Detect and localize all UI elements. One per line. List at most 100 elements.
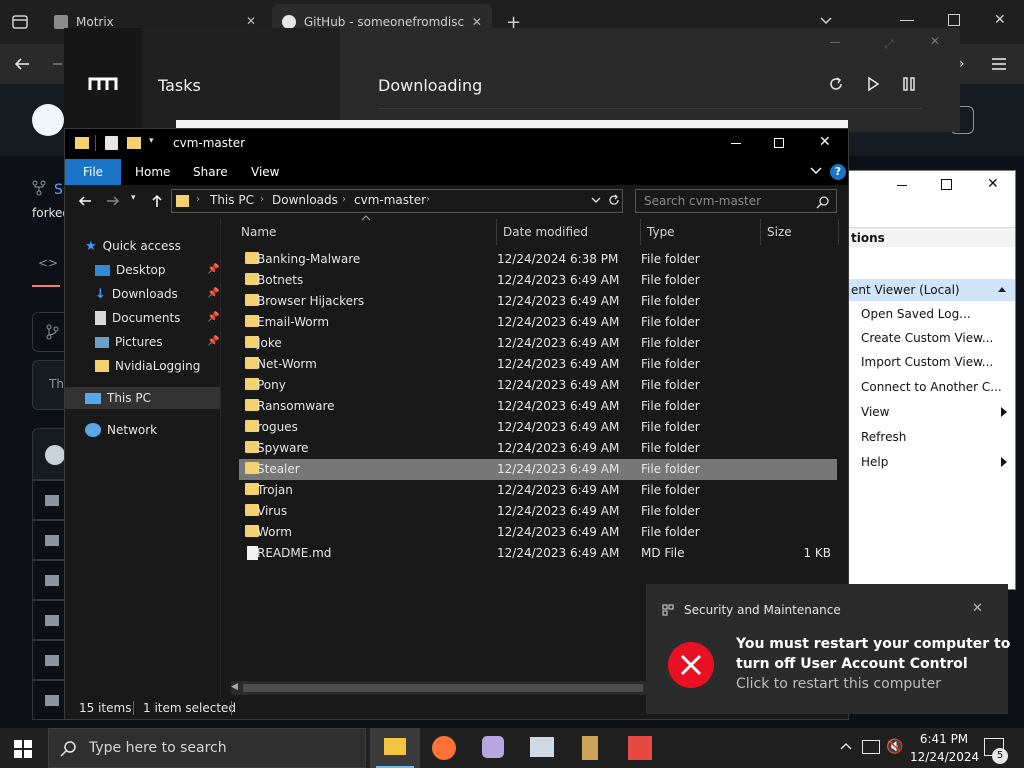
close-window-icon[interactable]: ✕	[987, 176, 999, 192]
tab-file[interactable]: File	[65, 159, 121, 185]
clock-date[interactable]: 12/24/2024	[910, 750, 979, 764]
tab-share[interactable]: Share	[193, 165, 228, 179]
close-tab-icon[interactable]: ✕	[246, 14, 256, 28]
refresh-item[interactable]: Refresh	[861, 430, 906, 444]
tab-home[interactable]: Home	[135, 165, 170, 179]
pause-all-icon[interactable]	[902, 76, 916, 92]
taskbar-file-explorer[interactable]	[370, 728, 420, 768]
taskbar-search-box[interactable]: Type here to search	[48, 728, 366, 768]
taskbar-app-icon[interactable]	[482, 736, 504, 758]
connect-to-another-item[interactable]: Connect to Another C...	[861, 380, 1002, 394]
taskbar-app-icon[interactable]	[582, 736, 598, 760]
nav-documents[interactable]: Documents	[95, 307, 180, 329]
column-header-size[interactable]: Size	[761, 219, 839, 245]
nav-desktop[interactable]: Desktop	[95, 259, 166, 281]
firefox-icon[interactable]	[432, 736, 456, 760]
expand-ribbon-chevron-icon[interactable]	[810, 167, 822, 175]
toast-notification[interactable]: Security and Maintenance ✕ You must rest…	[646, 584, 1010, 714]
tab-list-chevron-icon[interactable]	[818, 12, 834, 28]
event-viewer-icon[interactable]	[530, 737, 554, 757]
show-hidden-icons-chevron-icon[interactable]	[840, 742, 852, 750]
table-row[interactable]: Worm 12/24/2023 6:49 AM File folder	[239, 522, 837, 543]
nav-this-pc[interactable]: This PC	[85, 387, 151, 409]
refresh-icon[interactable]	[608, 194, 620, 206]
nav-quick-access[interactable]: ★ Quick access	[85, 235, 181, 257]
table-row[interactable]: Virus 12/24/2023 6:49 AM File folder	[239, 501, 837, 522]
refresh-icon[interactable]	[828, 76, 844, 92]
address-history-chevron-icon[interactable]	[590, 194, 602, 206]
table-row[interactable]: Net-Worm 12/24/2023 6:49 AM File folder	[239, 354, 837, 375]
back-icon[interactable]	[77, 193, 93, 209]
table-row[interactable]: Email-Worm 12/24/2023 6:49 AM File folder	[239, 312, 837, 333]
menu-icon[interactable]	[990, 56, 1008, 72]
toast-close-icon[interactable]: ✕	[972, 601, 983, 616]
nav-pictures[interactable]: Pictures	[95, 331, 163, 353]
nav-network[interactable]: Network	[85, 419, 157, 441]
minimize-icon[interactable]	[900, 20, 914, 21]
event-viewer-local-item[interactable]: ent Viewer (Local)	[849, 279, 1015, 301]
table-row[interactable]: Pony 12/24/2023 6:49 AM File folder	[239, 375, 837, 396]
motrix-maximize-icon[interactable]: ⤢	[884, 37, 894, 52]
properties-quick-icon[interactable]	[105, 136, 118, 150]
column-header-type[interactable]: Type	[641, 219, 761, 245]
tab-view[interactable]: View	[251, 165, 279, 179]
help-icon[interactable]: ?	[830, 164, 846, 180]
motrix-close-icon[interactable]: ✕	[930, 34, 940, 48]
column-header-date[interactable]: Date modified	[497, 219, 641, 245]
motrix-minimize-icon[interactable]	[830, 42, 840, 43]
table-row[interactable]: Banking-Malware 12/24/2024 6:38 PM File fo…	[239, 249, 837, 270]
minimize-icon[interactable]	[897, 185, 907, 186]
breadcrumb[interactable]: › This PC › Downloads › cvm-master ›	[171, 189, 623, 213]
pane-splitter[interactable]	[220, 219, 221, 697]
clock-time[interactable]: 6:41 PM	[918, 732, 970, 746]
table-row[interactable]: Trojan 12/24/2023 6:49 AM File folder	[239, 480, 837, 501]
table-row[interactable]: Joke 12/24/2023 6:49 AM File folder	[239, 333, 837, 354]
close-window-icon[interactable]: ✕	[819, 134, 831, 150]
import-custom-view-item[interactable]: Import Custom View...	[861, 355, 993, 369]
volume-muted-icon[interactable]: 🔇	[886, 739, 903, 755]
forward-icon[interactable]	[105, 193, 121, 209]
tab-overview-icon[interactable]	[10, 12, 30, 32]
resume-all-icon[interactable]	[866, 76, 880, 92]
code-icon[interactable]: <>	[38, 256, 58, 270]
avatar[interactable]	[45, 445, 65, 465]
view-menu-item[interactable]: View	[861, 405, 889, 419]
github-logo-icon[interactable]	[32, 104, 64, 136]
close-tab-icon[interactable]: ✕	[472, 15, 482, 29]
network-status-icon[interactable]	[862, 740, 880, 754]
table-row[interactable]: Stealer 12/24/2023 6:49 AM File folder	[239, 459, 837, 480]
minimize-icon[interactable]	[731, 143, 741, 144]
recent-locations-chevron-icon[interactable]: ▾	[131, 193, 136, 203]
open-saved-log-item[interactable]: Open Saved Log...	[861, 307, 971, 321]
table-row[interactable]: README.md 12/24/2023 6:49 AM MD File 1 KB	[239, 543, 837, 564]
search-icon[interactable]	[816, 195, 830, 209]
close-window-icon[interactable]: ✕	[994, 12, 1006, 28]
customize-quick-access-icon[interactable]: ▾	[149, 136, 154, 146]
column-header-name[interactable]: Name	[235, 219, 497, 245]
scrollbar-thumb[interactable]	[243, 684, 643, 692]
maximize-icon[interactable]	[774, 138, 784, 148]
windows-start-icon[interactable]	[14, 740, 32, 758]
back-icon[interactable]	[12, 54, 32, 74]
table-row[interactable]: Browser Hijackers 12/24/2023 6:49 AM File …	[239, 291, 837, 312]
table-row[interactable]: Spyware 12/24/2023 6:49 AM File folder	[239, 438, 837, 459]
motrix-logo-icon[interactable]	[88, 76, 118, 92]
table-row[interactable]: rogues 12/24/2023 6:49 AM File folder	[239, 417, 837, 438]
maximize-icon[interactable]	[941, 179, 952, 190]
breadcrumb-this-pc[interactable]: This PC	[210, 193, 254, 207]
up-icon[interactable]	[149, 193, 165, 209]
restore-icon[interactable]	[948, 14, 960, 26]
create-custom-view-item[interactable]: Create Custom View...	[861, 331, 993, 345]
nav-downloads[interactable]: ↓ Downloads	[95, 283, 178, 305]
breadcrumb-downloads[interactable]: Downloads	[272, 193, 338, 207]
repo-name-link[interactable]: S	[54, 182, 63, 198]
new-folder-quick-icon[interactable]	[127, 137, 141, 149]
nav-nvidialogging[interactable]: NvidiaLogging	[95, 355, 200, 377]
control-panel-icon[interactable]	[628, 736, 652, 760]
search-input[interactable]: Search cvm-master	[635, 189, 837, 213]
collapse-arrow-icon[interactable]	[997, 285, 1007, 293]
table-row[interactable]: Ransomware 12/24/2023 6:49 AM File folder	[239, 396, 837, 417]
horizontal-scrollbar[interactable]: ◀	[231, 681, 647, 695]
scroll-left-icon[interactable]: ◀	[231, 682, 238, 692]
breadcrumb-cvm-master[interactable]: cvm-master	[354, 193, 426, 207]
